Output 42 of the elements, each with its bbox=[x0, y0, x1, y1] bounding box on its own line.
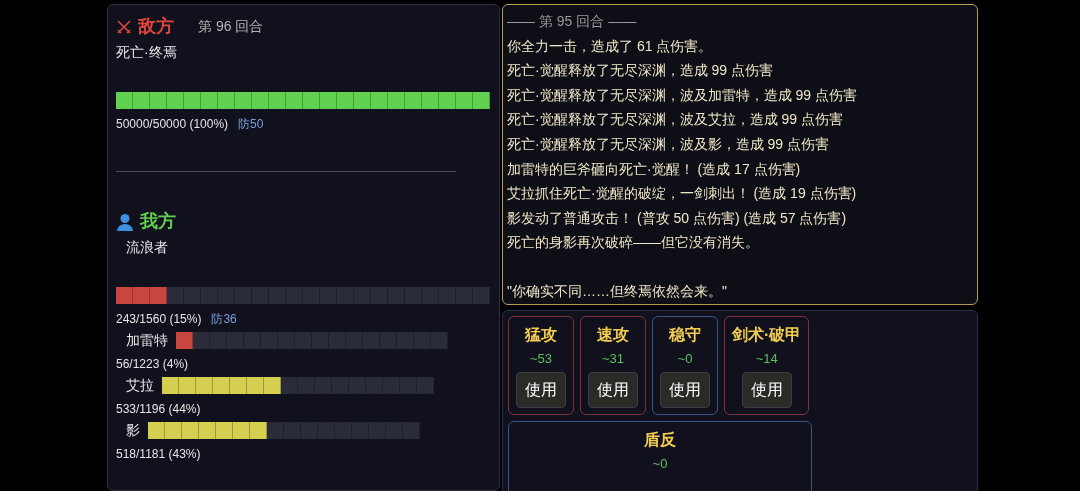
ally-name: 加雷特 bbox=[126, 331, 168, 350]
log-line: 死亡·觉醒释放了无尽深渊，波及影，造成 99 点伤害 bbox=[507, 134, 830, 154]
crossed-swords-icon bbox=[116, 18, 132, 35]
log-quote: "你确实不同……但终焉依然会来。" bbox=[507, 281, 728, 301]
player-hp-text: 243/1560 (15%) bbox=[116, 311, 202, 328]
skill-name: 速攻 bbox=[597, 324, 629, 345]
round-counter: 第 96 回合 bbox=[198, 17, 264, 36]
skill-estimate: ~0 bbox=[652, 455, 668, 474]
skill-estimate: ~14 bbox=[755, 349, 778, 368]
use-button[interactable]: 使用 bbox=[516, 372, 566, 409]
skill-name: 盾反 bbox=[644, 430, 676, 451]
use-button[interactable]: 使用 bbox=[741, 372, 792, 409]
skill-name: 稳守 bbox=[669, 324, 701, 345]
log-line: 加雷特的巨斧砸向死亡·觉醒！ (造成 17 点伤害) bbox=[507, 159, 802, 179]
log-round-header: —— 第 95 回合 —— bbox=[507, 12, 638, 31]
skill-name: 猛攻 bbox=[525, 324, 557, 345]
use-button[interactable]: 使用 bbox=[588, 372, 638, 409]
log-line: 死亡·觉醒释放了无尽深渊，造成 99 点伤害 bbox=[507, 61, 774, 81]
log-line: 死亡·觉醒释放了无尽深渊，波及艾拉，造成 99 点伤害 bbox=[507, 110, 844, 130]
ally-name: 艾拉 bbox=[126, 376, 154, 395]
enemy-name: 死亡·终焉 bbox=[116, 43, 177, 62]
log-line: 死亡的身影再次破碎——但它没有消失。 bbox=[507, 233, 760, 253]
player-label: 我方 bbox=[140, 210, 176, 233]
skill-estimate: ~31 bbox=[601, 349, 625, 368]
use-button[interactable]: 使用 bbox=[660, 372, 710, 409]
person-icon bbox=[116, 212, 134, 231]
ally-hp-text: 533/1196 (44%) bbox=[116, 401, 202, 418]
player-defense: 防36 bbox=[211, 311, 237, 328]
enemy-defense: 防50 bbox=[238, 116, 264, 133]
skill-estimate: ~53 bbox=[529, 349, 553, 368]
player-name: 流浪者 bbox=[126, 238, 168, 257]
ally-name: 影 bbox=[126, 421, 140, 440]
log-line: 影发动了普通攻击！ (普攻 50 点伤害) (造成 57 点伤害) bbox=[507, 208, 848, 228]
log-line: 死亡·觉醒释放了无尽深渊，波及加雷特，造成 99 点伤害 bbox=[507, 85, 858, 105]
ally-hp-text: 518/1181 (43%) bbox=[116, 446, 202, 463]
enemy-hp-text: 50000/50000 (100%) bbox=[116, 116, 229, 133]
enemy-label: 敌方 bbox=[138, 15, 174, 38]
skill-name: 剑术·破甲 bbox=[732, 324, 802, 345]
ally-hp-text: 56/1223 (4%) bbox=[116, 356, 190, 373]
log-line: 你全力一击，造成了 61 点伤害。 bbox=[507, 36, 714, 56]
log-line: 艾拉抓住死亡·觉醒的破绽，一剑刺出！ (造成 19 点伤害) bbox=[507, 184, 858, 204]
skill-estimate: ~0 bbox=[677, 349, 693, 368]
